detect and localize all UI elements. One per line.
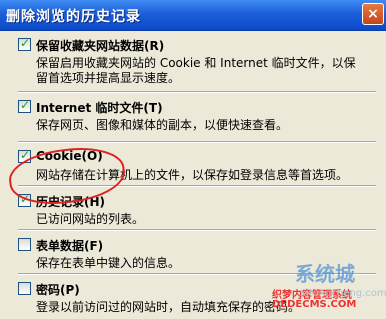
divider: [18, 185, 376, 187]
watermark-logo: 系统城: [295, 262, 355, 286]
cookies-description: 网站存储在计算机上的文件，以保存如登录信息等首选项。: [36, 168, 349, 182]
divider: [18, 141, 376, 143]
option-history: ✓ 历史记录(H) 已访问网站的列表。: [18, 192, 378, 227]
close-button[interactable]: ×: [362, 3, 384, 25]
passwords-label[interactable]: 密码(P): [36, 281, 80, 298]
check-icon: ✓: [20, 98, 31, 112]
option-preserve-favorites: ✓ 保留收藏夹网站数据(R) 保留启用收藏夹网站的 Cookie 和 Inter…: [18, 36, 378, 86]
watermark-site: xitongcheng.com: [300, 288, 386, 299]
divider: [18, 91, 376, 93]
history-description: 已访问网站的列表。: [36, 212, 145, 226]
preserve-favorites-label[interactable]: 保留收藏夹网站数据(R): [36, 37, 164, 54]
temp-files-checkbox[interactable]: ✓: [18, 98, 31, 113]
passwords-checkbox[interactable]: [18, 282, 31, 295]
window-title: 删除浏览的历史记录: [6, 9, 141, 25]
watermark-dede-url: DEDECMS.COM: [272, 299, 357, 310]
divider: [18, 229, 376, 231]
option-temp-files: ✓ Internet 临时文件(T) 保存网页、图像和媒体的副本，以便快速查看。: [18, 98, 378, 133]
temp-files-description: 保存网页、图像和媒体的副本，以便快速查看。: [36, 118, 289, 132]
check-icon: ✓: [20, 192, 31, 206]
history-checkbox[interactable]: ✓: [18, 192, 31, 207]
temp-files-label[interactable]: Internet 临时文件(T): [36, 99, 163, 116]
form-data-label[interactable]: 表单数据(F): [36, 237, 103, 254]
cookies-label[interactable]: Cookie(O): [36, 149, 103, 163]
check-icon: ✓: [20, 148, 31, 162]
form-data-checkbox[interactable]: [18, 238, 31, 251]
preserve-favorites-description: 保留启用收藏夹网站的 Cookie 和 Internet 临时文件，以保留首选项…: [36, 56, 356, 85]
history-label[interactable]: 历史记录(H): [36, 193, 105, 210]
option-cookies: ✓ Cookie(O) 网站存储在计算机上的文件，以保存如登录信息等首选项。: [18, 148, 378, 183]
title-bar: 删除浏览的历史记录 ×: [0, 0, 386, 31]
cookies-checkbox[interactable]: ✓: [18, 148, 31, 163]
check-icon: ✓: [20, 36, 31, 50]
preserve-favorites-checkbox[interactable]: ✓: [18, 36, 31, 51]
